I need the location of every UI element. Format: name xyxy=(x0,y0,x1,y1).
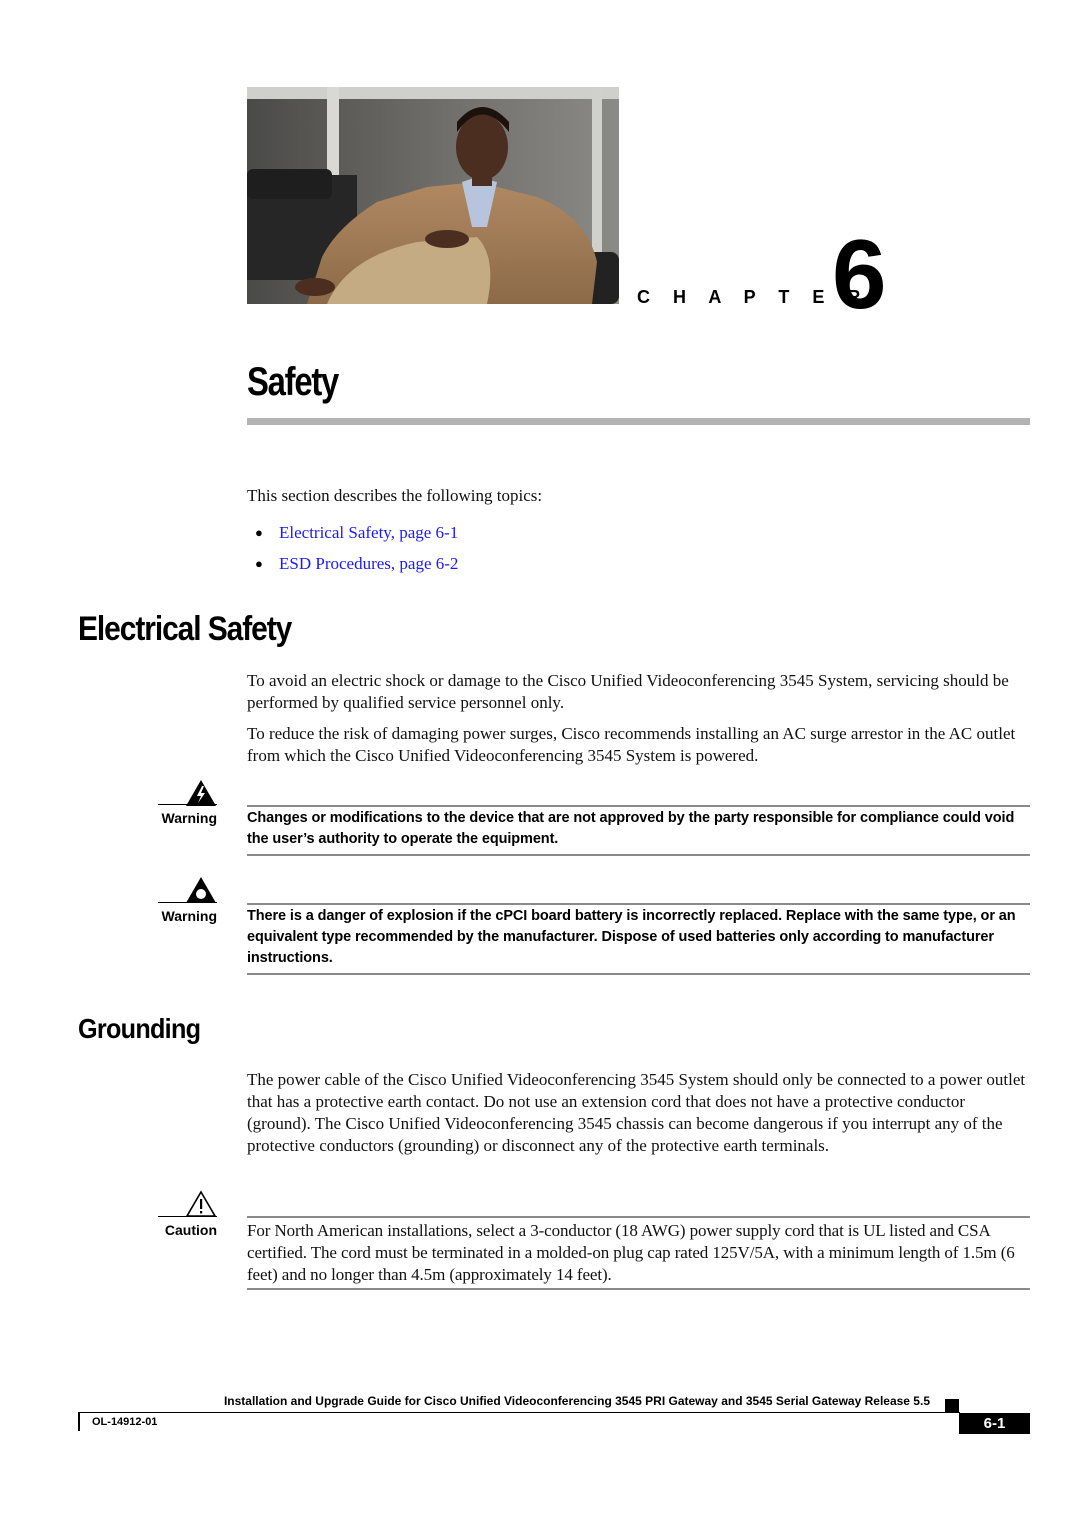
note-top-rule xyxy=(247,1216,1030,1218)
note-label-warning: Warning xyxy=(161,810,217,826)
note-label-divider xyxy=(158,902,217,903)
bullet-icon: ● xyxy=(255,524,263,540)
note-bottom-rule xyxy=(247,1288,1030,1290)
note-label-divider xyxy=(158,1216,217,1217)
note-top-rule xyxy=(247,805,1030,807)
bullet-icon: ● xyxy=(255,555,263,571)
paragraph: To reduce the risk of damaging power sur… xyxy=(247,724,1016,765)
topic-list: ● Electrical Safety, page 6-1 ● ESD Proc… xyxy=(255,517,458,579)
caution-icon xyxy=(185,1190,217,1218)
paragraph: To avoid an electric shock or damage to … xyxy=(247,671,1009,712)
note-bottom-rule xyxy=(247,854,1030,856)
caution-text: For North American installations, select… xyxy=(247,1221,1015,1284)
note-bottom-rule xyxy=(247,973,1030,975)
topic-item: ● ESD Procedures, page 6-2 xyxy=(255,548,458,579)
footer-page-number: 6-1 xyxy=(959,1413,1030,1434)
chapter-number: 6 xyxy=(832,219,887,329)
electrical-hazard-icon xyxy=(185,779,217,807)
chapter-title: Safety xyxy=(247,360,339,404)
paragraph: The power cable of the Cisco Unified Vid… xyxy=(247,1070,1026,1155)
footer-marker xyxy=(945,1399,959,1413)
note-label-divider xyxy=(158,804,217,805)
section-heading-grounding: Grounding xyxy=(78,1013,201,1044)
footer-guide-title: Installation and Upgrade Guide for Cisco… xyxy=(223,1394,930,1408)
topic-link-esd-procedures[interactable]: ESD Procedures, page 6-2 xyxy=(279,554,458,574)
section-heading-electrical-safety: Electrical Safety xyxy=(78,610,292,648)
footer-doc-number: OL-14912-01 xyxy=(92,1416,158,1428)
note-label-warning: Warning xyxy=(161,908,217,924)
topic-item: ● Electrical Safety, page 6-1 xyxy=(255,517,458,548)
warning-text: There is a danger of explosion if the cP… xyxy=(247,908,1016,966)
chapter-photo xyxy=(247,87,619,304)
intro-text: This section describes the following top… xyxy=(247,486,543,505)
topic-link-electrical-safety[interactable]: Electrical Safety, page 6-1 xyxy=(279,523,458,543)
warning-text: Changes or modifications to the device t… xyxy=(247,810,1015,847)
note-label-caution: Caution xyxy=(164,1222,217,1238)
explosion-hazard-icon xyxy=(185,876,217,904)
note-top-rule xyxy=(247,903,1030,905)
footer-divider xyxy=(78,1412,960,1413)
chapter-photo-image xyxy=(247,87,619,304)
title-divider xyxy=(247,418,1030,425)
footer-tick xyxy=(78,1412,80,1431)
